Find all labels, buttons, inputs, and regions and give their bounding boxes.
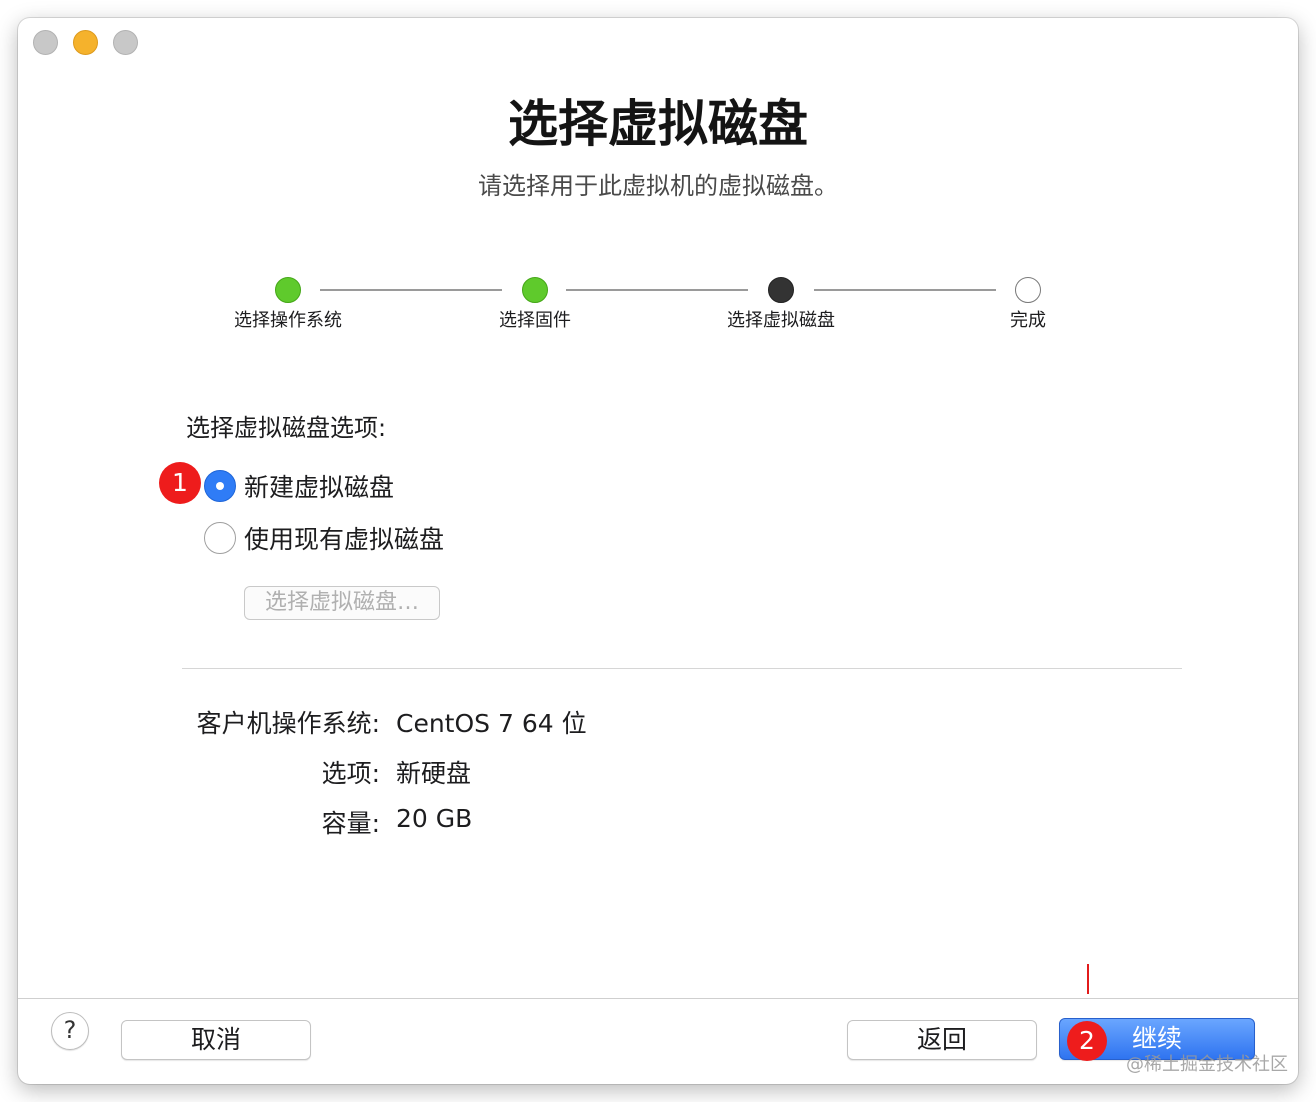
- page-subtitle: 请选择用于此虚拟机的虚拟磁盘。: [478, 172, 838, 200]
- summary-value: 新硬盘: [396, 759, 472, 788]
- summary-value: CentOS 7 64 位: [396, 709, 587, 738]
- annotation-pointer-line: [1087, 964, 1089, 994]
- vm-wizard-window: 选择虚拟磁盘 请选择用于此虚拟机的虚拟磁盘。 选择操作系统 选择固件 选择虚拟磁…: [18, 18, 1298, 1084]
- step-connector: [320, 289, 502, 291]
- annotation-badge-2: 2: [1067, 1021, 1107, 1061]
- step-label-finish: 完成: [1010, 310, 1046, 331]
- page-title: 选择虚拟磁盘: [508, 95, 808, 153]
- summary-key: 选项:: [321, 759, 380, 788]
- choose-disk-button[interactable]: 选择虚拟磁盘…: [244, 586, 440, 620]
- minimize-window-button[interactable]: [73, 30, 98, 55]
- step-connector: [566, 289, 748, 291]
- step-2-done-icon: [522, 277, 548, 303]
- existing-disk-radio[interactable]: [204, 522, 236, 554]
- step-label-os: 选择操作系统: [234, 310, 342, 331]
- summary-value: 20 GB: [396, 804, 473, 833]
- footer-divider: [18, 998, 1298, 999]
- summary-key: 容量:: [321, 809, 380, 838]
- step-connector: [814, 289, 996, 291]
- section-divider: [182, 668, 1182, 669]
- wizard-stepper: 选择操作系统 选择固件 选择虚拟磁盘 完成: [18, 276, 1298, 336]
- cancel-button[interactable]: 取消: [121, 1020, 311, 1060]
- back-button[interactable]: 返回: [847, 1020, 1037, 1060]
- annotation-badge-1: 1: [159, 462, 201, 504]
- step-4-pending-icon: [1015, 277, 1041, 303]
- close-window-button[interactable]: [33, 30, 58, 55]
- step-3-current-icon: [768, 277, 794, 303]
- step-1-done-icon: [275, 277, 301, 303]
- disk-options-label: 选择虚拟磁盘选项:: [186, 414, 387, 442]
- new-disk-label: 新建虚拟磁盘: [244, 473, 395, 502]
- new-disk-option[interactable]: 新建虚拟磁盘: [204, 468, 394, 504]
- step-label-disk: 选择虚拟磁盘: [727, 310, 835, 331]
- summary-key: 客户机操作系统:: [196, 709, 380, 738]
- help-button[interactable]: ?: [51, 1012, 89, 1050]
- window-controls: [33, 30, 138, 55]
- step-label-firmware: 选择固件: [499, 310, 571, 331]
- existing-disk-option[interactable]: 使用现有虚拟磁盘: [204, 520, 444, 556]
- existing-disk-label: 使用现有虚拟磁盘: [244, 525, 445, 554]
- watermark-text: @稀土掘金技术社区: [1126, 1054, 1288, 1075]
- new-disk-radio[interactable]: [204, 470, 236, 502]
- zoom-window-button[interactable]: [113, 30, 138, 55]
